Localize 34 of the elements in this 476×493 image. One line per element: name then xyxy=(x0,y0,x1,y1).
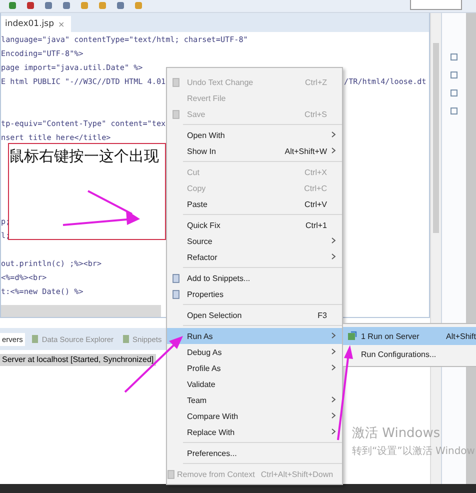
panel-icon xyxy=(30,335,39,343)
menu-item[interactable]: Profile As xyxy=(167,360,342,376)
menu-item[interactable]: Compare With xyxy=(167,408,342,424)
outline-node-icon xyxy=(450,107,458,115)
close-icon[interactable]: × xyxy=(58,20,65,28)
menu-item[interactable]: Quick Fix Ctrl+1 xyxy=(167,217,342,233)
outline-node-icon xyxy=(450,53,458,61)
menu-item[interactable]: Paste Ctrl+V xyxy=(167,196,342,212)
menu-item[interactable]: Add to Snippets... xyxy=(167,270,342,286)
quick-access-field[interactable] xyxy=(410,0,462,10)
outline-node-icon xyxy=(450,71,458,79)
menu-item[interactable]: Replace With xyxy=(167,424,342,440)
horizontal-scrollbar[interactable] xyxy=(1,305,161,317)
outline-node-icon xyxy=(450,89,458,97)
menu-item[interactable]: Properties xyxy=(167,286,342,302)
panel-icon xyxy=(122,335,130,343)
editor-tab[interactable]: index01.jsp × xyxy=(1,16,71,32)
tab-title: index01.jsp xyxy=(5,19,54,29)
scrollbar-thumb[interactable] xyxy=(432,43,439,233)
activation-title: 激活 Windows xyxy=(352,425,442,442)
menu-item[interactable]: Preferences... xyxy=(167,445,342,461)
menu-item[interactable]: Source xyxy=(167,233,342,249)
menu-item[interactable]: Open With xyxy=(167,127,342,143)
menu-item[interactable]: Run As xyxy=(167,328,342,344)
menu-item[interactable]: Show In Alt+Shift+W xyxy=(167,143,342,159)
menu-item[interactable]: Run Configurations... xyxy=(343,345,476,363)
menu-item[interactable]: 1 Run on Server Alt+Shift xyxy=(343,327,476,345)
menu-item[interactable]: Refactor xyxy=(167,249,342,265)
menu-item[interactable]: Open Selection F3 xyxy=(167,307,342,323)
menu-item[interactable]: Validate xyxy=(167,376,342,392)
menu-item[interactable]: Debug As xyxy=(167,344,342,360)
annotation-text: 鼠标右键按一这个出现 xyxy=(9,147,159,166)
menu-item[interactable]: Team xyxy=(167,392,342,408)
server-row[interactable]: Server at localhost [Started, Synchronized] xyxy=(0,354,156,366)
